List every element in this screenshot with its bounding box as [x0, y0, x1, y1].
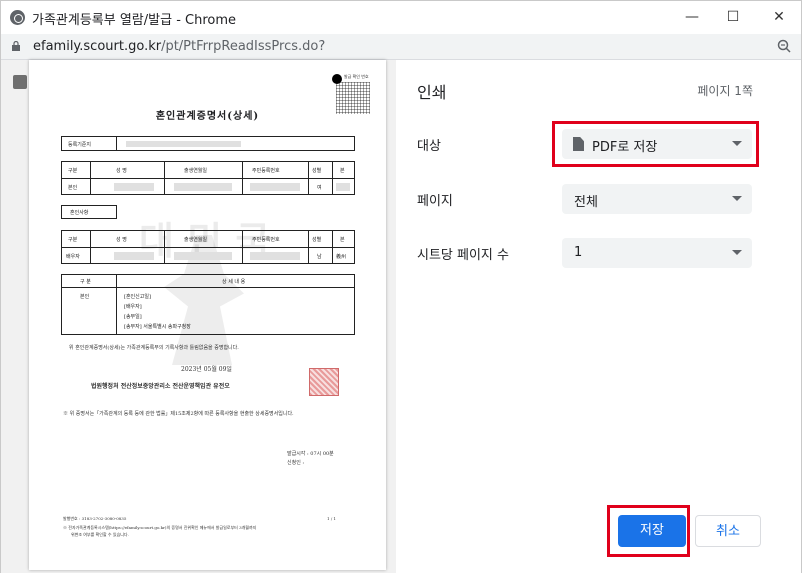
col-rrn: 주민등록번호 [252, 168, 280, 174]
preview-page: 대 민 국 발급 확인 번호 혼인관계증명서(상세) 등록기준지 구분 성 명 … [29, 60, 386, 570]
detail-item: [송부자] 서울특별시 송파구청장 [124, 324, 191, 330]
self-kind: 본인 [68, 185, 78, 191]
col-kind: 구분 [68, 237, 78, 243]
pages-value: 전체 [574, 195, 598, 210]
self-table: 구분 성 명 출생연월일 주민등록번호 성별 본 본인 여 [61, 161, 355, 195]
spouse-table: 구분 성 명 출생연월일 주민등록번호 성별 본 배우자 남 義州 [61, 230, 355, 264]
col-birth: 출생연월일 [184, 168, 208, 174]
chevron-down-icon [732, 196, 742, 201]
issuer-name: 법원행정처 전산정보중앙관리소 전산운영책임관 유전오 [91, 383, 230, 390]
col-kind: 구분 [68, 168, 78, 174]
detail-item: [배우자] [124, 304, 142, 310]
maximize-button[interactable]: ☐ [723, 7, 743, 27]
printer-icon [13, 75, 27, 89]
pages-per-sheet-select[interactable]: 1 [562, 238, 752, 268]
detail-table: 구 분 상 세 내 용 본인 [혼인신고일] [배우자] [송부일] [송부자]… [61, 274, 355, 335]
print-settings-panel: 인쇄 페이지 1쪽 대상 PDF로 저장 페이지 전체 시트당 페이지 수 1 … [396, 60, 801, 573]
col-name: 성 명 [116, 168, 127, 174]
footer-page: 1 / 1 [327, 516, 336, 521]
issue-time: 발급시각 : 07시 00분 [287, 451, 334, 457]
official-seal [309, 368, 339, 396]
close-button[interactable]: ✕ [769, 7, 789, 27]
pages-select[interactable]: 전체 [562, 184, 752, 214]
destination-highlight [552, 121, 759, 167]
window-title: 가족관계등록부 열람/발급 - Chrome [32, 13, 237, 28]
registration-table: 등록기준지 [61, 136, 355, 151]
col-origin: 본 [340, 168, 345, 174]
minimize-button[interactable]: — [682, 7, 702, 27]
globe-icon [10, 10, 25, 25]
certify-text: 위 혼인관계증명서(상세)는 가족관계등록부의 기록사항과 틀림없음을 증명합니… [69, 345, 239, 351]
title-bar: 가족관계등록부 열람/발급 - Chrome — ☐ ✕ [1, 1, 801, 34]
spouse-origin: 義州 [336, 254, 347, 260]
save-highlight [607, 505, 690, 557]
detail-col-kind: 구 분 [80, 279, 91, 285]
detail-kind: 본인 [80, 294, 90, 300]
legal-note: ※ 위 증명서는「가족관계의 등록 등에 관한 법률」제15조제2항에 따른 등… [63, 411, 294, 417]
detail-col-content: 상 세 내 용 [222, 279, 246, 285]
lock-icon [12, 41, 20, 51]
reg-label: 등록기준지 [68, 142, 92, 148]
self-gender: 여 [317, 185, 322, 191]
marriage-section-box: 혼인사항 [61, 205, 117, 219]
marriage-section-label: 혼인사항 [70, 210, 89, 216]
destination-label: 대상 [417, 139, 441, 154]
col-rrn: 주민등록번호 [252, 237, 280, 243]
col-gender: 성별 [312, 168, 322, 174]
pages-label: 페이지 [417, 194, 453, 209]
detail-item: [송부일] [124, 314, 142, 320]
cancel-button[interactable]: 취소 [695, 515, 761, 547]
spouse-gender: 남 [317, 254, 322, 260]
browser-window: 가족관계등록부 열람/발급 - Chrome — ☐ ✕ efamily.sco… [0, 0, 802, 573]
page-count: 페이지 1쪽 [697, 84, 753, 98]
requester: 신청인 : [287, 460, 305, 466]
pages-per-sheet-value: 1 [574, 245, 583, 260]
zoom-icon[interactable] [777, 39, 791, 53]
col-gender: 성별 [312, 237, 322, 243]
detail-item: [혼인신고일] [124, 294, 151, 300]
footer-note-2: 위변조 여부를 확인할 수 있습니다. [71, 532, 129, 537]
url-text[interactable]: efamily.scourt.go.kr/pt/PtFrrpReadIssPrc… [33, 39, 325, 54]
col-origin: 본 [340, 237, 345, 243]
issue-date: 2023년 05월 09일 [181, 366, 232, 373]
panel-title: 인쇄 [417, 83, 447, 102]
footer-id: 발행번호 : 3183-2702-3080-0835 [63, 516, 127, 521]
spouse-kind: 배우자 [66, 254, 80, 260]
col-birth: 출생연월일 [184, 237, 208, 243]
chevron-down-icon [732, 250, 742, 255]
document-title: 혼인관계증명서(상세) [155, 111, 260, 122]
qr-caption: 발급 확인 번호 [344, 74, 369, 79]
footer-note: ※ 전자가족관계등록시스템(https://efamily.scourt.go.… [63, 525, 257, 530]
col-name: 성 명 [116, 237, 127, 243]
pages-per-sheet-label: 시트당 페이지 수 [417, 248, 509, 263]
address-bar[interactable]: efamily.scourt.go.kr/pt/PtFrrpReadIssPrc… [1, 34, 801, 60]
